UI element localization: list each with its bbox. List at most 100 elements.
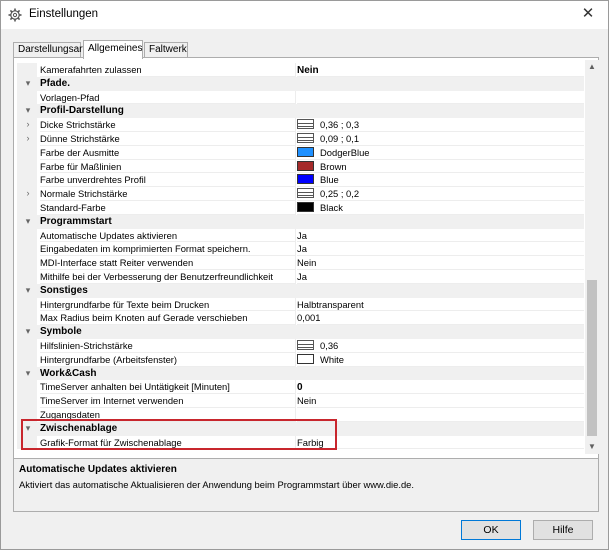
property-row[interactable]: › Dünne Strichstärke 0,09 ; 0,1 [17, 132, 584, 146]
property-value[interactable]: Blue [297, 173, 584, 188]
scroll-down-icon[interactable]: ▼ [585, 440, 599, 454]
property-row[interactable]: › Dicke Strichstärke 0,36 ; 0,3 [17, 118, 584, 132]
row-gutter [17, 242, 37, 257]
color-swatch [297, 202, 314, 212]
property-value-text: Brown [320, 160, 347, 172]
expand-icon[interactable]: › [23, 187, 33, 200]
category-row[interactable]: ▾ Pfade. [17, 76, 584, 91]
property-name: MDI-Interface statt Reiter verwenden [40, 256, 296, 270]
category-row[interactable]: ▾ Work&Cash [17, 366, 584, 381]
category-label: Profil-Darstellung [40, 105, 124, 117]
property-value-text: Nein [297, 257, 317, 269]
category-label: Work&Cash [40, 367, 97, 379]
property-grid[interactable]: Kamerafahrten zulassen Nein ▾ Pfade. Vorlage… [17, 60, 584, 454]
tab-darstellungsart[interactable]: Darstellungsart [13, 42, 85, 58]
property-row[interactable]: TimeServer im Internet verwenden Nein [17, 394, 584, 408]
property-value[interactable]: 0 [297, 380, 584, 395]
property-value[interactable]: 0,36 [297, 339, 584, 353]
property-row[interactable]: Automatische Updates aktivieren Ja [17, 228, 584, 243]
property-value[interactable]: Brown [297, 160, 584, 174]
collapse-icon[interactable]: ▾ [23, 325, 33, 338]
property-name: Automatische Updates aktivieren [40, 228, 296, 243]
property-value-text: Farbig [297, 436, 324, 448]
property-row[interactable]: Mithilfe bei der Verbesserung der Benutz… [17, 270, 584, 284]
property-value[interactable]: Nein [297, 256, 584, 270]
category-row[interactable]: ▾ Zwischenablage [17, 421, 584, 436]
category-row[interactable]: ▾ Symbole [17, 325, 584, 339]
property-value[interactable]: Halbtransparent [297, 298, 584, 312]
property-value[interactable]: Ja [297, 242, 584, 257]
close-button[interactable]: ✕ [574, 3, 602, 27]
property-row[interactable]: › Normale Strichstärke 0,25 ; 0,2 [17, 187, 584, 201]
property-row[interactable]: Grafik-Format für Zwischenablage Farbig [17, 435, 584, 450]
property-row[interactable]: Vorlagen-Pfad [17, 90, 584, 105]
property-name: Vorlagen-Pfad [40, 90, 296, 105]
collapse-icon[interactable]: ▾ [23, 77, 33, 90]
line-width-icon [297, 188, 314, 199]
category-row[interactable]: ▾ Programmstart [17, 214, 584, 229]
scroll-up-icon[interactable]: ▲ [585, 60, 599, 74]
property-value[interactable]: 0,001 [297, 311, 584, 326]
property-value[interactable] [297, 408, 584, 422]
property-name: Standard-Farbe [40, 201, 296, 215]
property-row[interactable]: MDI-Interface statt Reiter verwenden Nein [17, 256, 584, 270]
property-value-text: 0,09 ; 0,1 [320, 133, 360, 144]
property-value[interactable]: Black [297, 201, 584, 215]
row-gutter [17, 90, 37, 105]
property-value[interactable]: White [297, 353, 584, 367]
collapse-icon[interactable]: ▾ [23, 367, 33, 380]
help-description: Aktiviert das automatische Aktualisieren… [19, 479, 414, 490]
category-row[interactable]: ▾ Sonstiges [17, 283, 584, 298]
property-value[interactable] [297, 91, 584, 105]
property-row[interactable]: Farbe der Ausmitte DodgerBlue [17, 145, 584, 160]
row-gutter [17, 270, 37, 284]
collapse-icon[interactable]: ▾ [23, 104, 33, 117]
property-value[interactable]: 0,09 ; 0,1 [297, 132, 584, 146]
property-row[interactable]: Kamerafahrten zulassen Nein [17, 63, 584, 77]
vertical-scrollbar[interactable]: ▲ ▼ [585, 60, 599, 454]
property-name: Farbe unverdrehtes Profil [40, 173, 296, 188]
help-button[interactable]: Hilfe [533, 520, 593, 540]
expand-icon[interactable]: › [23, 118, 33, 131]
property-row[interactable]: Eingabedaten im komprimierten Format spe… [17, 242, 584, 257]
row-gutter [17, 145, 37, 160]
row-gutter [17, 63, 37, 77]
property-value-text: Ja [297, 243, 307, 255]
collapse-icon[interactable]: ▾ [23, 422, 33, 435]
property-value[interactable]: 0,36 ; 0,3 [297, 118, 584, 132]
property-row[interactable]: Hintergrundfarbe (Arbeitsfenster) White [17, 352, 584, 367]
property-name: Max Radius beim Knoten auf Gerade versch… [40, 311, 296, 326]
row-gutter [17, 394, 37, 408]
property-row[interactable]: Farbe für Maßlinien Brown [17, 159, 584, 174]
row-gutter [17, 228, 37, 243]
property-row[interactable]: Hintergrundfarbe für Texte beim Drucken H… [17, 297, 584, 312]
property-name: Dicke Strichstärke [40, 118, 296, 132]
close-icon: ✕ [581, 5, 595, 22]
property-value[interactable]: Farbig [297, 436, 584, 450]
tab-allgemeines[interactable]: Allgemeines [83, 40, 143, 59]
property-row[interactable]: Standard-Farbe Black [17, 201, 584, 215]
property-value[interactable]: DodgerBlue [297, 146, 584, 160]
property-row[interactable]: Farbe unverdrehtes Profil Blue [17, 173, 584, 188]
collapse-icon[interactable]: ▾ [23, 215, 33, 228]
property-row[interactable]: Zugangsdaten [17, 408, 584, 422]
window-title: Einstellungen [29, 8, 99, 20]
collapse-icon[interactable]: ▾ [23, 284, 33, 297]
property-name: Mithilfe bei der Verbesserung der Benutz… [40, 270, 296, 284]
scroll-thumb[interactable] [587, 280, 597, 436]
property-value[interactable]: Nein [297, 394, 584, 408]
property-value[interactable]: Nein [297, 63, 584, 77]
property-row[interactable]: Max Radius beim Knoten auf Gerade versch… [17, 311, 584, 326]
category-row[interactable]: ▾ Profil-Darstellung [17, 104, 584, 119]
tab-faltwerk[interactable]: Faltwerk [144, 42, 188, 58]
property-name: Farbe der Ausmitte [40, 145, 296, 160]
property-row[interactable]: TimeServer anhalten bei Untätigkeit [Min… [17, 380, 584, 395]
category-label: Symbole [40, 326, 82, 338]
property-value[interactable]: Ja [297, 270, 584, 284]
property-row[interactable]: Hilfslinien-Strichstärke 0,36 [17, 339, 584, 353]
color-swatch [297, 146, 314, 157]
ok-button[interactable]: OK [461, 520, 521, 540]
property-value[interactable]: Ja [297, 229, 584, 243]
expand-icon[interactable]: › [23, 132, 33, 145]
property-value[interactable]: 0,25 ; 0,2 [297, 187, 584, 201]
